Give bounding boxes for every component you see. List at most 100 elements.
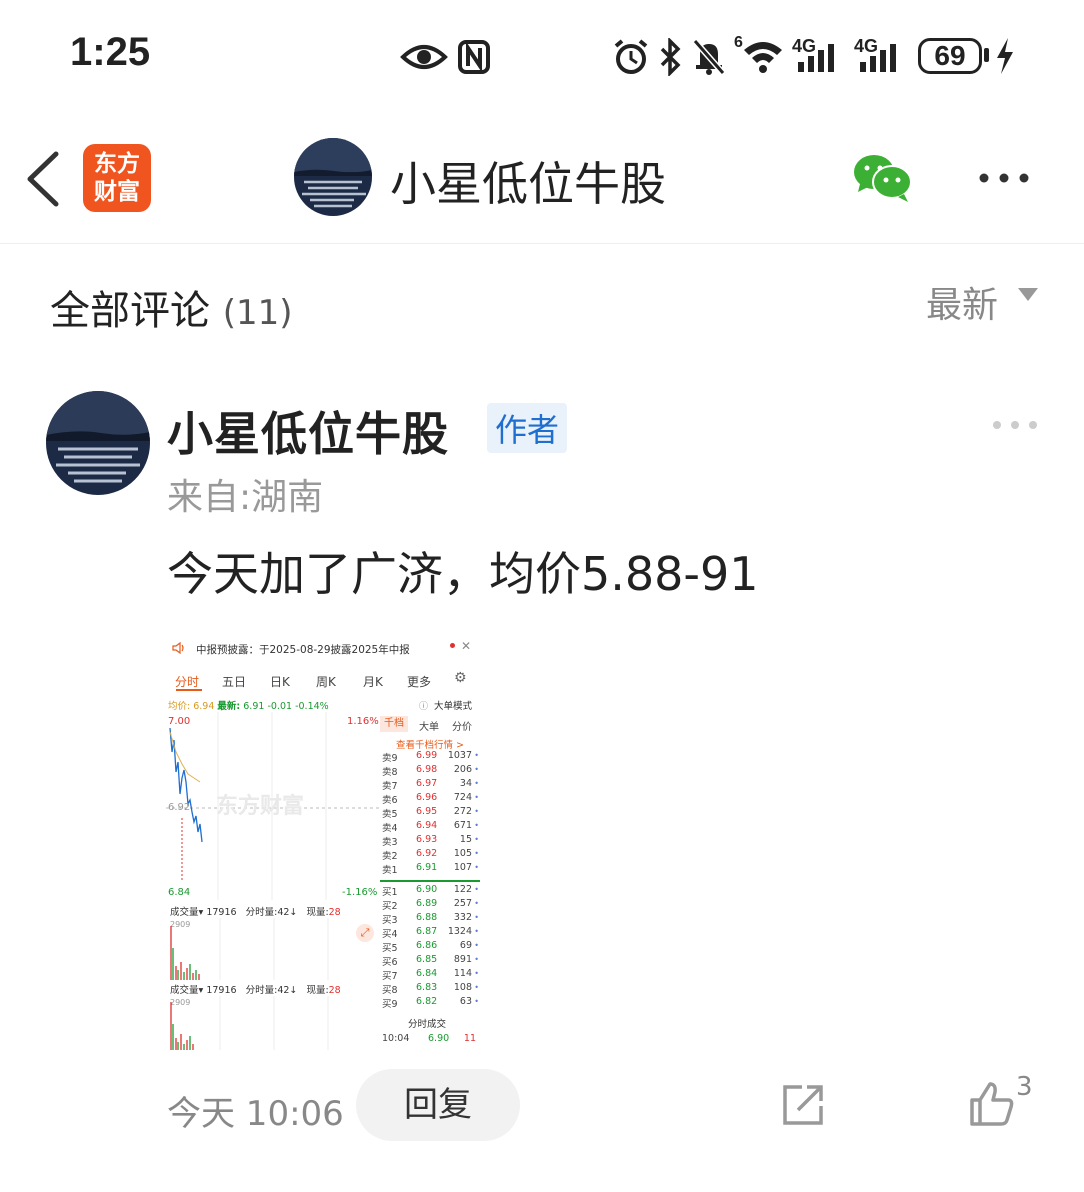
tab-5day[interactable]: 五日 xyxy=(222,673,246,690)
reply-button[interactable]: 回复 xyxy=(356,1069,520,1141)
ob-label: 卖5 xyxy=(382,809,398,820)
fenshi-trade-title[interactable]: 分时成交 xyxy=(408,1016,446,1030)
caret-down-icon[interactable] xyxy=(1018,288,1038,302)
ob-volume: 108 xyxy=(453,982,472,993)
author-name[interactable]: 小星低位牛股 xyxy=(167,398,449,464)
ob-price: 6.89 xyxy=(416,898,438,909)
ob-price: 6.84 xyxy=(416,968,438,979)
app-logo[interactable]: 东方 财富 xyxy=(83,144,151,212)
ob-volume: 206 xyxy=(453,764,472,775)
ob-tab-price[interactable]: 分价 xyxy=(452,718,472,733)
tab-week-k[interactable]: 周K xyxy=(316,673,336,690)
notice-dot xyxy=(450,643,455,648)
ob-marker: • xyxy=(474,969,479,978)
ob-row: 买2 6.89 257 • xyxy=(380,898,480,912)
ob-marker: • xyxy=(474,913,479,922)
speaker-icon xyxy=(172,642,184,654)
ob-volume: 34 xyxy=(459,778,472,789)
big-order-mode[interactable]: 大单模式 xyxy=(434,698,472,712)
ob-tab-big[interactable]: 大单 xyxy=(419,718,439,733)
ob-row: 卖3 6.93 15 • xyxy=(380,834,480,848)
sort-label: 最新 xyxy=(926,285,999,326)
ob-label: 买3 xyxy=(382,915,398,926)
ob-price: 6.88 xyxy=(416,912,438,923)
more-options-icon[interactable] xyxy=(978,172,1034,184)
ob-volume: 107 xyxy=(453,862,472,873)
ob-marker: • xyxy=(474,899,479,908)
author-avatar[interactable] xyxy=(46,391,150,495)
ob-row: 卖8 6.98 206 • xyxy=(380,764,480,778)
post-image[interactable]: 中报预披露：于2025-08-29披露2025年中报 ✕ 分时 五日 日K 周K… xyxy=(166,636,480,1050)
battery-icon: 69 xyxy=(918,38,982,74)
header-avatar[interactable] xyxy=(294,138,372,216)
volume-bar-2: 成交量▾ 17916 分时量:42↓ 现量:28 xyxy=(170,985,341,996)
ob-volume: 272 xyxy=(453,806,472,817)
tab-fenshi[interactable]: 分时 xyxy=(175,673,199,690)
tab-day-k[interactable]: 日K xyxy=(270,673,290,690)
expand-icon[interactable]: ⤢ xyxy=(356,924,374,942)
volume-chart-2 xyxy=(170,996,329,1050)
sort-dropdown[interactable]: 最新 xyxy=(926,276,998,328)
ob-label: 买5 xyxy=(382,943,398,954)
settings-gear-icon[interactable]: ⚙ xyxy=(454,670,467,686)
help-icon[interactable]: ⓘ xyxy=(419,699,428,712)
nfc-icon xyxy=(458,40,490,74)
ob-volume: 332 xyxy=(453,912,472,923)
like-icon[interactable] xyxy=(968,1080,1016,1128)
ob-marker: • xyxy=(474,807,479,816)
ob-volume: 891 xyxy=(453,954,472,965)
ob-marker: • xyxy=(474,927,479,936)
comments-header: 全部评论 (11) xyxy=(50,278,293,336)
ob-row: 买3 6.88 332 • xyxy=(380,912,480,926)
tab-more[interactable]: 更多 xyxy=(407,673,431,690)
comments-title: 全部评论 xyxy=(50,288,210,334)
ob-volume: 15 xyxy=(459,834,472,845)
post-more-icon[interactable] xyxy=(992,420,1038,430)
share-icon[interactable] xyxy=(780,1082,826,1128)
ob-row: 卖9 6.99 1037 • xyxy=(380,750,480,764)
bluetooth-icon xyxy=(660,38,681,76)
battery-tip xyxy=(984,48,989,62)
ob-label: 买6 xyxy=(382,957,398,968)
ob-volume: 69 xyxy=(459,940,472,951)
ob-row: 卖6 6.96 724 • xyxy=(380,792,480,806)
ob-marker: • xyxy=(474,793,479,802)
price-line: 均价: 6.94 最新: 6.91 -0.01 -0.14% xyxy=(168,701,329,712)
low-pct: -1.16% xyxy=(342,887,378,898)
ob-tab-qiandang[interactable]: 千档 xyxy=(380,716,408,732)
tab-month-k[interactable]: 月K xyxy=(363,673,383,690)
ob-price: 6.83 xyxy=(416,982,438,993)
ob-label: 卖4 xyxy=(382,823,398,834)
ob-row: 卖4 6.94 671 • xyxy=(380,820,480,834)
high-price: 7.00 xyxy=(168,716,191,727)
ob-label: 买8 xyxy=(382,985,398,996)
ob-price: 6.91 xyxy=(416,862,438,873)
ob-label: 买4 xyxy=(382,929,398,940)
ob-price: 6.92 xyxy=(416,848,438,859)
ob-volume: 1324 xyxy=(447,926,472,937)
page-title: 小星低位牛股 xyxy=(390,157,666,211)
volume-bar-1: 成交量▾ 17916 分时量:42↓ 现量:28 xyxy=(170,907,341,918)
ob-row: 买6 6.85 891 • xyxy=(380,954,480,968)
ob-volume: 63 xyxy=(459,996,472,1007)
notice-close-icon[interactable]: ✕ xyxy=(461,639,471,653)
post-content: 今天加了广济，均价5.88-91 xyxy=(167,547,759,601)
ob-label: 买7 xyxy=(382,971,398,982)
ob-marker: • xyxy=(474,885,479,894)
eye-icon xyxy=(400,45,448,69)
ob-price: 6.90 xyxy=(416,884,438,895)
ob-label: 卖9 xyxy=(382,753,398,764)
ob-link[interactable]: 查看千档行情 > xyxy=(396,737,464,751)
ob-marker: • xyxy=(474,941,479,950)
back-arrow-icon[interactable] xyxy=(22,150,62,208)
like-count: 3 xyxy=(1016,1072,1033,1102)
ob-label: 买1 xyxy=(382,887,398,898)
ob-marker: • xyxy=(474,751,479,760)
wechat-icon[interactable] xyxy=(852,152,914,204)
status-time: 1:25 xyxy=(70,30,151,74)
ob-volume: 1037 xyxy=(447,750,472,761)
post-time: 今天 10:06 xyxy=(167,1094,344,1134)
ob-price: 6.82 xyxy=(416,996,438,1007)
low-price: 6.84 xyxy=(168,887,191,898)
chart-watermark: 东方财富 xyxy=(216,794,305,819)
